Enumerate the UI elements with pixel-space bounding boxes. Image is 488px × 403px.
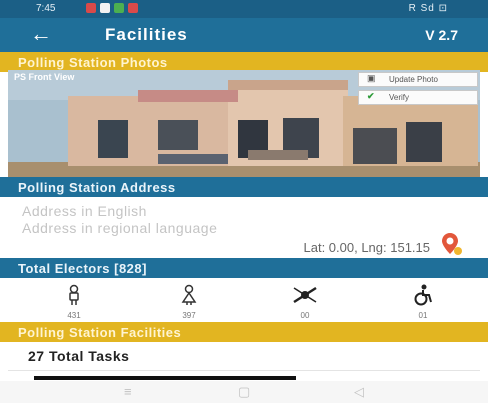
female-count: 397 [182,311,196,320]
address-english-field[interactable]: Address in English [22,203,147,219]
facilities-header-text: Polling Station Facilities [18,325,182,340]
female-electors: 397 [164,284,214,320]
notification-icon [128,3,138,13]
wheelchair-icon [414,284,432,306]
electors-section-header: Total Electors [828] [0,258,488,278]
verify-button[interactable]: ✔ Verify [358,90,478,105]
notification-icon [100,3,110,13]
facilities-section-header: Polling Station Facilities [0,322,488,342]
male-icon [69,284,79,305]
transgender-icon [293,286,317,304]
electors-row: 431 397 00 01 [0,282,488,322]
loading-bar [34,376,296,380]
address-header-text: Polling Station Address [18,180,176,195]
photo-caption: PS Front View [14,72,75,82]
photos-section-header: Polling Station Photos [0,52,488,72]
station-photo[interactable]: PS Front View ▣ Update Photo ✔ Verify [8,70,480,178]
camera-icon: ▣ [367,73,376,83]
back-nav-icon[interactable]: ◁ [354,384,364,400]
status-time: 7:45 [36,3,56,14]
address-regional-field[interactable]: Address in regional language [22,220,217,236]
back-arrow-icon[interactable]: ← [30,22,52,46]
home-icon[interactable]: ▢ [238,384,250,400]
version-label: V 2.7 [425,27,458,43]
male-count: 431 [67,311,81,320]
status-right: R Sd ⊡ [408,3,448,14]
app-toolbar: ← Facilities V 2.7 [0,18,488,52]
checkmark-icon: ✔ [367,91,375,101]
male-electors: 431 [49,284,99,320]
page-title: Facilities [105,25,188,44]
photos-header-text: Polling Station Photos [18,55,168,70]
notification-icon [86,3,96,13]
disabled-count: 01 [418,311,428,320]
transgender-count: 00 [300,311,310,320]
update-photo-label: Update Photo [389,75,438,84]
address-section-header: Polling Station Address [0,177,488,197]
divider [8,370,480,371]
total-tasks-label[interactable]: 27 Total Tasks [28,348,129,364]
electors-header-text: Total Electors [828] [18,261,147,276]
lat-lng-text: Lat: 0.00, Lng: 151.15 [303,240,431,255]
notification-icon [114,3,124,13]
transgender-electors: 00 [280,284,330,320]
disabled-electors: 01 [398,284,448,320]
status-bar: 7:45 R Sd ⊡ [0,0,488,18]
location-pin-icon[interactable] [441,232,463,256]
facilities-screen: 7:45 R Sd ⊡ ← Facilities V 2.7 Polling S… [0,0,488,403]
verify-label: Verify [389,93,410,102]
system-nav-bar: ≡ ▢ ◁ [0,381,488,403]
recents-icon[interactable]: ≡ [124,384,132,399]
notification-icons [86,3,138,13]
update-photo-button[interactable]: ▣ Update Photo [358,72,478,87]
female-icon [181,284,197,305]
